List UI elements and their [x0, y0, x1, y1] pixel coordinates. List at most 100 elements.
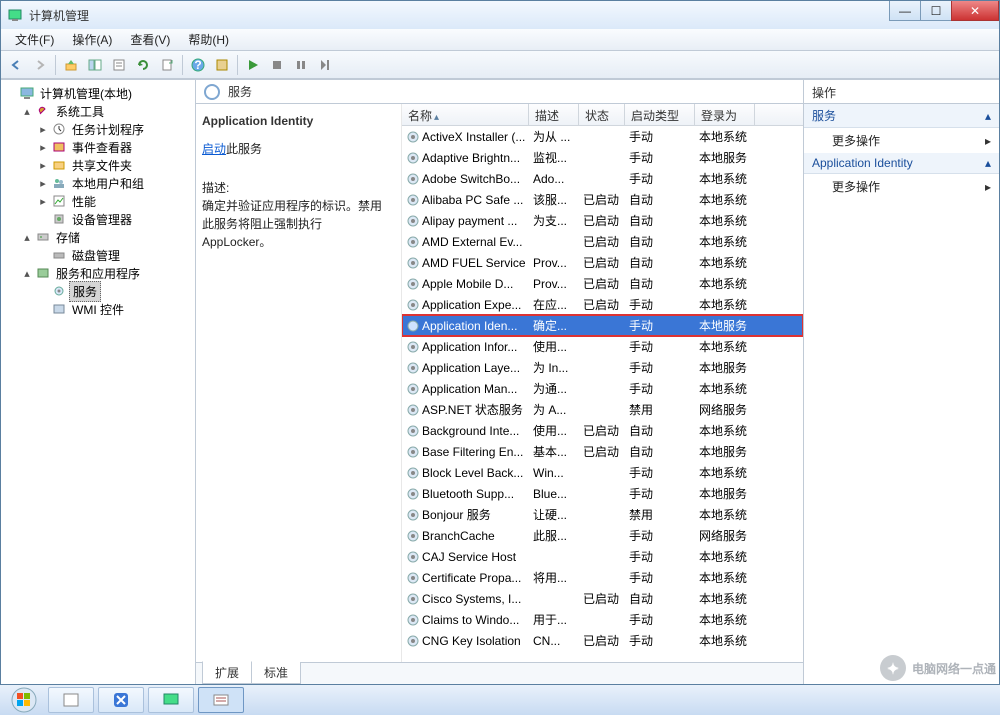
- separator: [182, 55, 183, 75]
- service-row[interactable]: Claims to Windo...用于...手动本地系统: [402, 609, 803, 630]
- forward-button[interactable]: [29, 54, 51, 76]
- menu-help[interactable]: 帮助(H): [180, 29, 237, 50]
- close-button[interactable]: ✕: [951, 1, 999, 21]
- list-header: 名称▴ 描述 状态 启动类型 登录为: [402, 104, 803, 126]
- service-row[interactable]: Apple Mobile D...Prov...已启动自动本地系统: [402, 273, 803, 294]
- task-item[interactable]: [148, 687, 194, 713]
- service-row[interactable]: BranchCache此服...手动网络服务: [402, 525, 803, 546]
- help-button[interactable]: ?: [187, 54, 209, 76]
- tree-local-users[interactable]: ▸本地用户和组: [35, 174, 193, 192]
- service-row[interactable]: ActiveX Installer (...为从 ...手动本地系统: [402, 126, 803, 147]
- list-body[interactable]: ActiveX Installer (...为从 ...手动本地系统Adapti…: [402, 126, 803, 662]
- action-pane: 操作 服务▴ 更多操作▸ Application Identity▴ 更多操作▸: [804, 80, 999, 684]
- wrench-icon: [35, 103, 51, 119]
- show-hide-tree-button[interactable]: [84, 54, 106, 76]
- pause-service-button[interactable]: [290, 54, 312, 76]
- start-service-link[interactable]: 启动: [202, 142, 226, 156]
- service-row[interactable]: Adobe SwitchBo...Ado...手动本地系统: [402, 168, 803, 189]
- refresh-button[interactable]: [132, 54, 154, 76]
- collapse-icon: ▴: [985, 109, 991, 123]
- tree-services[interactable]: 服务: [35, 282, 193, 300]
- service-row[interactable]: Application Man...为通...手动本地系统: [402, 378, 803, 399]
- service-list[interactable]: 名称▴ 描述 状态 启动类型 登录为 ActiveX Installer (..…: [401, 104, 803, 662]
- action-section-services[interactable]: 服务▴: [804, 104, 999, 128]
- toolbar-icon[interactable]: [211, 54, 233, 76]
- minimize-button[interactable]: —: [889, 1, 921, 21]
- start-button[interactable]: [4, 687, 44, 713]
- service-row[interactable]: AMD External Ev...已启动自动本地系统: [402, 231, 803, 252]
- titlebar[interactable]: 计算机管理 — ☐ ✕: [1, 1, 999, 29]
- tree-pane[interactable]: 计算机管理(本地) ▴系统工具 ▸任务计划程序 ▸事件查看器 ▸共享文件夹 ▸本…: [1, 80, 196, 684]
- service-row[interactable]: Alipay payment ...为支...已启动自动本地系统: [402, 210, 803, 231]
- tree-disk-management[interactable]: 磁盘管理: [35, 246, 193, 264]
- services-icon: [35, 265, 51, 281]
- event-icon: [51, 139, 67, 155]
- service-row[interactable]: Application Infor...使用...手动本地系统: [402, 336, 803, 357]
- action-section-selected[interactable]: Application Identity▴: [804, 153, 999, 174]
- stop-service-button[interactable]: [266, 54, 288, 76]
- col-name[interactable]: 名称▴: [402, 104, 529, 125]
- refresh-icon[interactable]: [204, 84, 220, 100]
- service-row[interactable]: Adaptive Brightn...监视...手动本地服务: [402, 147, 803, 168]
- perf-icon: [51, 193, 67, 209]
- start-service-button[interactable]: [242, 54, 264, 76]
- service-row[interactable]: Block Level Back...Win...手动本地系统: [402, 462, 803, 483]
- desc-text: 确定并验证应用程序的标识。禁用此服务将阻止强制执行 AppLocker。: [202, 197, 391, 251]
- service-row[interactable]: Cisco Systems, I...已启动自动本地系统: [402, 588, 803, 609]
- detail-pane: Application Identity 启动此服务 描述: 确定并验证应用程序…: [196, 104, 401, 662]
- tree-storage[interactable]: ▴存储: [19, 228, 193, 246]
- menu-action[interactable]: 操作(A): [64, 29, 120, 50]
- action-title: 操作: [804, 80, 999, 104]
- service-row[interactable]: Background Inte...使用...已启动自动本地系统: [402, 420, 803, 441]
- menubar: 文件(F) 操作(A) 查看(V) 帮助(H): [1, 29, 999, 51]
- col-desc[interactable]: 描述: [529, 104, 579, 125]
- task-item[interactable]: [48, 687, 94, 713]
- restart-service-button[interactable]: [314, 54, 336, 76]
- action-more-2[interactable]: 更多操作▸: [804, 174, 999, 199]
- service-row[interactable]: CNG Key IsolationCN...已启动手动本地系统: [402, 630, 803, 651]
- service-row[interactable]: CAJ Service Host手动本地系统: [402, 546, 803, 567]
- gear-icon: [51, 283, 67, 299]
- menu-view[interactable]: 查看(V): [122, 29, 178, 50]
- service-row[interactable]: Alibaba PC Safe ...该服...已启动自动本地系统: [402, 189, 803, 210]
- tab-standard[interactable]: 标准: [251, 662, 301, 684]
- col-logon[interactable]: 登录为: [695, 104, 755, 125]
- taskbar[interactable]: [0, 685, 1000, 715]
- service-row[interactable]: Application Iden...确定...手动本地服务: [402, 315, 803, 336]
- menu-file[interactable]: 文件(F): [7, 29, 62, 50]
- start-service-line: 启动此服务: [202, 140, 391, 157]
- task-item-active[interactable]: [198, 687, 244, 713]
- tree-wmi[interactable]: WMI 控件: [35, 300, 193, 318]
- tree-root[interactable]: 计算机管理(本地): [3, 84, 193, 102]
- export-button[interactable]: [156, 54, 178, 76]
- service-row[interactable]: Application Laye...为 In...手动本地服务: [402, 357, 803, 378]
- collapse-icon: ▴: [985, 156, 991, 170]
- col-status[interactable]: 状态: [579, 104, 625, 125]
- action-more-1[interactable]: 更多操作▸: [804, 128, 999, 153]
- maximize-button[interactable]: ☐: [920, 1, 952, 21]
- selected-service-name: Application Identity: [202, 114, 391, 128]
- svg-text:?: ?: [194, 58, 201, 72]
- tree-shared-folders[interactable]: ▸共享文件夹: [35, 156, 193, 174]
- service-row[interactable]: AMD FUEL ServiceProv...已启动自动本地系统: [402, 252, 803, 273]
- service-row[interactable]: Application Expe...在应...已启动手动本地系统: [402, 294, 803, 315]
- properties-button[interactable]: [108, 54, 130, 76]
- service-row[interactable]: ASP.NET 状态服务为 A...禁用网络服务: [402, 399, 803, 420]
- up-button[interactable]: [60, 54, 82, 76]
- service-row[interactable]: Base Filtering En...基本...已启动自动本地服务: [402, 441, 803, 462]
- back-button[interactable]: [5, 54, 27, 76]
- tree-performance[interactable]: ▸性能: [35, 192, 193, 210]
- service-row[interactable]: Bluetooth Supp...Blue...手动本地服务: [402, 483, 803, 504]
- col-startup[interactable]: 启动类型: [625, 104, 695, 125]
- service-row[interactable]: Bonjour 服务让硬...禁用本地系统: [402, 504, 803, 525]
- separator: [55, 55, 56, 75]
- tree-task-scheduler[interactable]: ▸任务计划程序: [35, 120, 193, 138]
- service-row[interactable]: Certificate Propa...将用...手动本地系统: [402, 567, 803, 588]
- tree-system-tools[interactable]: ▴系统工具: [19, 102, 193, 120]
- tree-device-manager[interactable]: 设备管理器: [35, 210, 193, 228]
- tab-extended[interactable]: 扩展: [202, 661, 252, 684]
- task-item[interactable]: [98, 687, 144, 713]
- tree-services-apps[interactable]: ▴服务和应用程序: [19, 264, 193, 282]
- middle-title: 服务: [228, 83, 252, 100]
- tree-event-viewer[interactable]: ▸事件查看器: [35, 138, 193, 156]
